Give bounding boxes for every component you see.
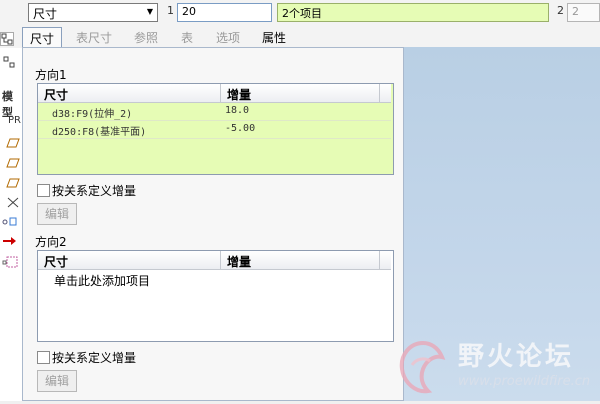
- table-row[interactable]: d250:F8(基准平面) -5.00: [38, 121, 391, 139]
- datum-plane-icon[interactable]: [6, 138, 20, 151]
- direction2-count-label: 2: [557, 4, 564, 17]
- datum-plane-icon[interactable]: [6, 178, 20, 191]
- insert-here-arrow-icon[interactable]: [2, 236, 18, 249]
- column-header-dimension: 尺寸: [44, 88, 69, 102]
- column-separator: [379, 251, 380, 269]
- direction1-relation-label: 按关系定义增量: [52, 184, 137, 198]
- direction1-count-label: 1: [167, 4, 174, 17]
- collected-items-field[interactable]: 2个项目: [277, 3, 549, 22]
- increment-cell[interactable]: -5.00: [225, 123, 255, 134]
- type-dropdown-value: 尺寸: [33, 7, 58, 21]
- column-header-increment: 增量: [227, 88, 252, 102]
- direction1-table-header: 尺寸 增量: [38, 84, 391, 103]
- direction1-count-input[interactable]: 20: [177, 3, 272, 22]
- tab-dimensions[interactable]: 尺寸: [22, 27, 62, 48]
- column-header-dimension: 尺寸: [44, 255, 69, 269]
- tab-references[interactable]: 参照: [134, 29, 158, 46]
- increment-cell[interactable]: 18.0: [225, 105, 249, 116]
- direction2-relation-label: 按关系定义增量: [52, 351, 137, 365]
- csys-icon[interactable]: [6, 196, 20, 211]
- direction1-edit-button[interactable]: 编辑: [37, 203, 77, 225]
- dimension-cell: d38:F9(拉伸_2): [52, 109, 133, 120]
- direction2-relation-checkbox[interactable]: [37, 351, 50, 364]
- watermark-title: 野火论坛: [458, 342, 575, 372]
- dimensions-panel: 方向1 尺寸 增量 d38:F9(拉伸_2) 18.0 d250:F8(基准平面…: [22, 47, 404, 401]
- dropdown-arrow-icon: ▼: [146, 7, 153, 16]
- watermark-url: www.proewildfire.cn: [458, 374, 591, 389]
- direction1-label: 方向1: [35, 68, 67, 82]
- direction2-table-header: 尺寸 增量: [38, 251, 391, 270]
- model-tree-root[interactable]: PR: [8, 115, 21, 126]
- direction1-table[interactable]: 尺寸 增量 d38:F9(拉伸_2) 18.0 d250:F8(基准平面) -5…: [37, 83, 394, 175]
- direction1-relation-checkbox[interactable]: [37, 184, 50, 197]
- pattern-feature-icon[interactable]: [2, 256, 18, 271]
- direction2-label: 方向2: [35, 235, 67, 249]
- type-dropdown[interactable]: 尺寸 ▼: [28, 3, 158, 22]
- column-separator: [379, 84, 380, 102]
- column-separator: [220, 84, 221, 102]
- direction2-table[interactable]: 尺寸 增量 单击此处添加项目: [37, 250, 394, 342]
- tab-options[interactable]: 选项: [216, 29, 240, 46]
- model-tree: 模型 PR: [0, 48, 24, 401]
- direction2-edit-button[interactable]: 编辑: [37, 370, 77, 392]
- direction2-count-input[interactable]: 2: [567, 3, 600, 22]
- model-tree-icon[interactable]: [0, 32, 14, 46]
- column-header-increment: 增量: [227, 255, 252, 269]
- add-item-placeholder[interactable]: 单击此处添加项目: [54, 272, 150, 289]
- tab-table-dimensions[interactable]: 表尺寸: [76, 29, 112, 46]
- dimension-cell: d250:F8(基准平面): [52, 127, 147, 138]
- forum-logo-icon: [390, 335, 456, 401]
- table-row[interactable]: d38:F9(拉伸_2) 18.0: [38, 103, 391, 121]
- tab-properties[interactable]: 属性: [262, 29, 286, 46]
- datum-plane-icon[interactable]: [6, 158, 20, 171]
- column-separator: [220, 251, 221, 269]
- feature-icon[interactable]: [2, 216, 18, 231]
- model-tree-tab[interactable]: [3, 56, 15, 71]
- tab-table[interactable]: 表: [181, 29, 193, 46]
